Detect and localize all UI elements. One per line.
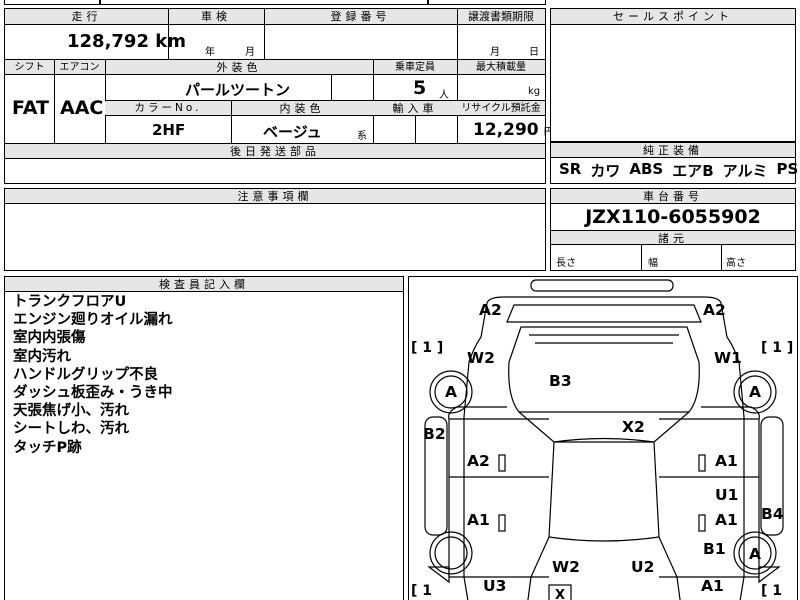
car-diagram: A2 A2 [ 1 ] [ 1 ] W2 W1 B3 A A X2 B2 A2 … xyxy=(408,276,798,600)
spec-table: 走行 車検 登録番号 譲渡書類期限 128,792 km 年 月 月 日 シフト… xyxy=(4,8,554,184)
top-strip-left xyxy=(4,0,100,5)
mileage-header: 走行 xyxy=(5,9,168,25)
equipment-box: 純正装備 SRカワABSエアBアルミPSPW xyxy=(550,142,798,184)
car-outline xyxy=(424,279,784,600)
inspector-note-line: シートしわ、汚れ xyxy=(13,421,129,438)
mark-right-front-door-upper: U1 xyxy=(715,486,739,504)
mark-right-front-fender: B1 xyxy=(703,540,726,558)
max-load-header: 最大積載量 xyxy=(457,60,545,75)
mileage-unit: km xyxy=(155,31,186,52)
equipment-item: カワ xyxy=(590,162,621,180)
mark-right-step: B4 xyxy=(761,505,784,523)
mark-hood: U2 xyxy=(631,558,655,576)
transfer-day-unit: 日 xyxy=(529,47,539,58)
exterior-color-value: パールツートン xyxy=(185,81,291,99)
inspector-note-line: ハンドルグリップ不良 xyxy=(13,366,158,383)
chassis-header: 車台番号 xyxy=(551,189,795,204)
inspector-note-line: 室内汚れ xyxy=(13,348,71,365)
color-no-value: 2HF xyxy=(152,121,186,139)
equipment-list: SRカワABSエアBアルミPSPW xyxy=(559,160,800,182)
mark-left-rear-door: A2 xyxy=(467,452,490,470)
inspection-header: 車検 xyxy=(168,9,264,25)
mark-front-center: X xyxy=(555,588,566,600)
equipment-item: アルミ xyxy=(722,162,768,180)
mark-right-rear-wheel: A xyxy=(749,383,761,401)
max-load-unit: kg xyxy=(528,86,541,97)
inspector-note-line: 室内内張傷 xyxy=(13,330,86,347)
mileage-value: 128,792 km xyxy=(67,31,186,52)
color-no-header: カラーNo. xyxy=(105,101,231,116)
equipment-item: エアB xyxy=(672,162,714,180)
later-parts-header: 後日発送部品 xyxy=(5,144,545,159)
interior-color-header: 内装色 xyxy=(231,101,373,116)
notes-box: 注意事項欄 xyxy=(4,188,546,271)
inspector-header: 検査員記入欄 xyxy=(5,277,403,292)
mark-rear-right-corner: A2 xyxy=(703,301,726,319)
aircon-header: エアコン xyxy=(54,60,105,75)
mark-bottom-right-bracket: [ 1 xyxy=(761,583,783,599)
inspector-note-line: タッチP跡 xyxy=(13,439,82,456)
shift-value: FAT xyxy=(12,97,49,119)
interior-color-suffix: 系 xyxy=(357,131,367,142)
equipment-header: 純正装備 xyxy=(551,143,795,158)
shift-header: シフト xyxy=(5,60,54,75)
transfer-month-unit: 月 xyxy=(490,47,500,58)
mark-right-rear-door: A1 xyxy=(715,452,738,470)
sales-point-header: セールスポイント xyxy=(551,9,795,25)
notes-header: 注意事項欄 xyxy=(5,189,545,204)
mark-right-front-door: A1 xyxy=(715,511,738,529)
inspector-note-line: ダッシュ板歪み・うき中 xyxy=(13,385,173,401)
mark-roof: X2 xyxy=(622,418,645,436)
equipment-item: SR xyxy=(559,160,582,178)
mark-left-front-door: A1 xyxy=(467,511,490,529)
mark-windshield: W2 xyxy=(552,558,580,576)
chassis-box: 車台番号 JZX110-6055902 諸元 長さ 幅 高さ xyxy=(550,188,796,271)
mark-right-bracket: [ 1 ] xyxy=(761,340,794,356)
aircon-value: AAC xyxy=(60,97,104,119)
inspector-box: 検査員記入欄 トランクフロアU エンジン廻りオイル漏れ 室内内張傷 室内汚れ ハンドルグ… xyxy=(4,276,404,600)
mark-right-front-wheel: A xyxy=(749,545,761,563)
mark-front-right-corner: A1 xyxy=(701,577,724,595)
equipment-item: ABS xyxy=(629,160,664,178)
capacity-header: 乗車定員 xyxy=(373,60,457,75)
mark-rear-right-quarter: W1 xyxy=(714,349,742,367)
mark-trunk: B3 xyxy=(549,372,572,390)
mark-left-side-panel: B2 xyxy=(423,425,446,443)
registration-header: 登録番号 xyxy=(264,9,457,25)
recycle-header: リサイクル預託金 xyxy=(457,101,545,116)
transfer-deadline-header: 譲渡書類期限 xyxy=(457,9,545,25)
inspection-year-unit: 年 xyxy=(205,47,215,58)
recycle-value: 12,290 円 xyxy=(473,120,554,140)
dims-header: 諸元 xyxy=(551,230,795,245)
height-label: 高さ xyxy=(726,258,746,269)
top-strip-mid xyxy=(100,0,428,5)
mark-rear-left-corner: A2 xyxy=(479,301,502,319)
import-header: 輸入車 xyxy=(373,101,457,116)
capacity-unit: 人 xyxy=(439,90,449,101)
length-label: 長さ xyxy=(556,258,576,269)
equipment-item: PS xyxy=(776,160,799,178)
sales-point-box: セールスポイント xyxy=(550,8,796,142)
mark-left-rear-wheel: A xyxy=(445,383,457,401)
top-strip-right xyxy=(428,0,546,5)
mark-left-bracket: [ 1 ] xyxy=(411,340,444,356)
inspector-note-line: 天張焦げ小、汚れ xyxy=(13,403,129,420)
width-label: 幅 xyxy=(648,258,658,269)
inspection-month-unit: 月 xyxy=(245,47,255,58)
mark-bottom-left-bracket: [ 1 xyxy=(411,583,433,599)
inspector-note-line: トランクフロアU xyxy=(13,294,127,310)
interior-color-value: ベージュ xyxy=(263,123,322,141)
mark-rear-left-quarter: W2 xyxy=(467,349,495,367)
inspector-note-line: エンジン廻りオイル漏れ xyxy=(13,312,173,329)
chassis-number: JZX110-6055902 xyxy=(585,206,761,228)
capacity-value: 5 xyxy=(413,77,427,99)
mark-left-front-fender: U3 xyxy=(483,577,507,595)
exterior-color-header: 外装色 xyxy=(105,60,373,75)
